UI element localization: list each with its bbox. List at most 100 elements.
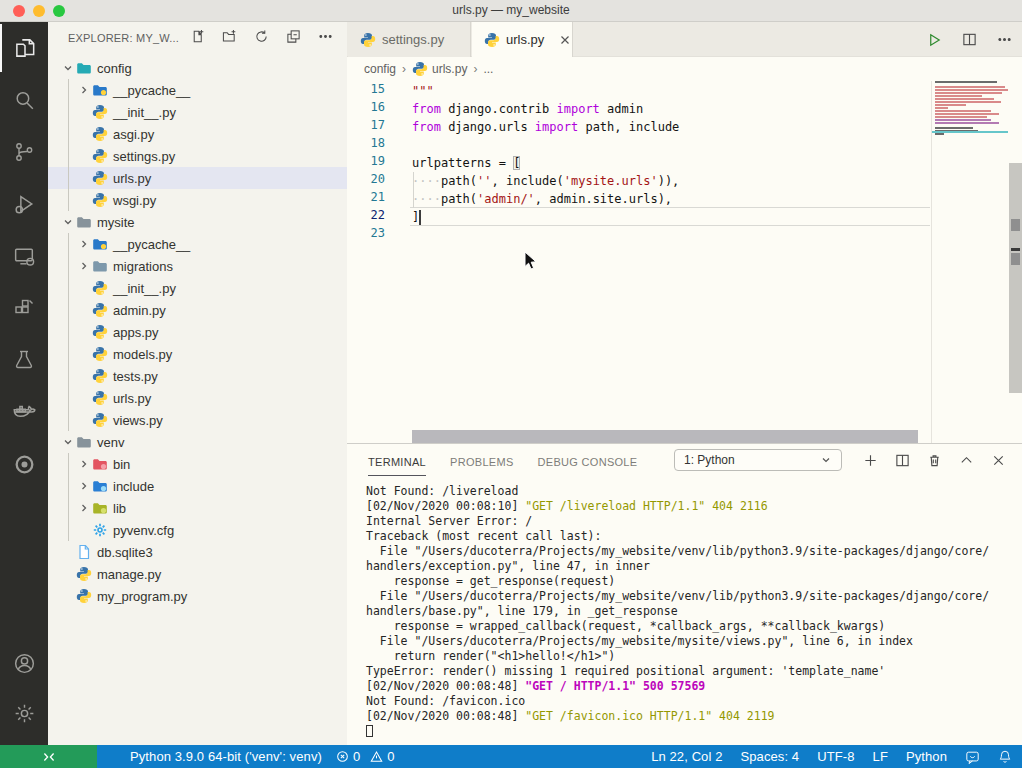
no-chevron [76, 126, 92, 142]
account-icon[interactable] [0, 639, 48, 687]
panel-tab-debug-console[interactable]: DEBUG CONSOLE [538, 447, 638, 475]
docker-icon[interactable] [0, 388, 48, 436]
python-icon [92, 412, 110, 428]
remote-indicator[interactable] [0, 745, 97, 768]
tree-item-admin-py[interactable]: admin.py [48, 299, 347, 321]
refresh-icon[interactable] [254, 29, 269, 44]
tree-item-label: lib [113, 501, 126, 516]
terminal-line: Internal Server Error: / [366, 514, 1016, 529]
terminal-selector[interactable]: 1: Python [674, 449, 842, 471]
tree-item-views-py[interactable]: views.py [48, 409, 347, 431]
tab-settings-py[interactable]: settings.py [348, 22, 471, 57]
folder-lib-icon [92, 500, 110, 516]
more-icon[interactable] [318, 29, 333, 44]
feedback-icon[interactable] [965, 750, 980, 764]
source-control-icon[interactable] [0, 128, 48, 176]
chevron-down-icon [819, 453, 833, 467]
terminal-line: TypeError: render() missing 1 required p… [366, 664, 1016, 679]
new-folder-icon[interactable] [222, 29, 237, 44]
status-spaces-4[interactable]: Spaces: 4 [740, 749, 799, 764]
breadcrumb-item[interactable]: ... [483, 62, 493, 76]
tree-item--init-py[interactable]: __init__.py [48, 101, 347, 123]
tree-item-venv[interactable]: venv [48, 431, 347, 453]
new-terminal-icon[interactable] [863, 453, 878, 468]
python-icon [92, 346, 110, 362]
python-interpreter-status[interactable]: Python 3.9.0 64-bit ('venv': venv) [130, 749, 322, 764]
tree-item-tests-py[interactable]: tests.py [48, 365, 347, 387]
collapse-all-icon[interactable] [286, 29, 301, 44]
remote-explorer-icon[interactable] [0, 232, 48, 280]
status-utf-8[interactable]: UTF-8 [817, 749, 854, 764]
editor-vertical-scrollbar[interactable] [1008, 81, 1022, 443]
python-icon [92, 324, 110, 340]
terminal-line: handlers/base.py", line 179, in _get_res… [366, 604, 1016, 619]
tab-urls-py[interactable]: urls.py [472, 22, 573, 57]
breadcrumb-item[interactable]: urls.py [412, 61, 467, 77]
editor-horizontal-scrollbar[interactable] [412, 430, 918, 443]
tree-item-wsgi-py[interactable]: wsgi.py [48, 189, 347, 211]
run-icon[interactable] [927, 32, 942, 48]
tree-item-label: my_program.py [97, 589, 187, 604]
problems-status[interactable]: 0 0 [336, 749, 395, 764]
breadcrumb-item[interactable]: config [364, 62, 396, 76]
extensions-icon[interactable] [0, 284, 48, 332]
close-window-button[interactable] [13, 5, 25, 17]
close-icon[interactable] [558, 33, 572, 47]
tree-item-label: urls.py [113, 171, 151, 186]
status-lf[interactable]: LF [873, 749, 888, 764]
tree-item-db-sqlite3[interactable]: db.sqlite3 [48, 541, 347, 563]
zoom-window-button[interactable] [53, 5, 65, 17]
python-package-icon[interactable] [0, 440, 48, 488]
python-icon [484, 32, 500, 48]
search-icon[interactable] [0, 76, 48, 124]
split-editor-icon[interactable] [962, 32, 977, 47]
status-python[interactable]: Python [906, 749, 947, 764]
python-icon [92, 170, 110, 186]
close-panel-icon[interactable] [991, 453, 1006, 468]
tab-label: settings.py [382, 32, 444, 47]
tree-item--init-py[interactable]: __init__.py [48, 277, 347, 299]
bell-icon[interactable] [998, 749, 1012, 764]
no-chevron [76, 522, 92, 538]
terminal-output[interactable]: Not Found: /livereload[02/Nov/2020 00:08… [366, 484, 1016, 739]
tree-item-my-program-py[interactable]: my_program.py [48, 585, 347, 607]
test-icon[interactable] [0, 336, 48, 384]
kill-terminal-icon[interactable] [927, 453, 942, 468]
settings-icon[interactable] [0, 689, 48, 737]
maximize-panel-icon[interactable] [959, 453, 974, 468]
minimize-window-button[interactable] [33, 5, 45, 17]
tree-item-lib[interactable]: lib [48, 497, 347, 519]
explorer-toolbar [190, 29, 333, 44]
more-icon[interactable] [997, 32, 1012, 47]
breadcrumb-separator: › [473, 62, 477, 76]
split-terminal-icon[interactable] [895, 453, 910, 468]
scrollbar-decoration [1011, 219, 1020, 231]
panel-tab-terminal[interactable]: TERMINAL [368, 447, 426, 476]
tree-item--pycache-[interactable]: __pycache__ [48, 79, 347, 101]
tree-item-models-py[interactable]: models.py [48, 343, 347, 365]
tree-item-include[interactable]: include [48, 475, 347, 497]
tree-item-mysite[interactable]: mysite [48, 211, 347, 233]
tree-item-migrations[interactable]: migrations [48, 255, 347, 277]
explorer-icon[interactable] [0, 24, 48, 72]
tree-item-config[interactable]: config [48, 57, 347, 79]
code-editor[interactable]: 15"""16from django.contrib import admin1… [347, 81, 1022, 443]
tree-item-apps-py[interactable]: apps.py [48, 321, 347, 343]
status-ln-22-col-2[interactable]: Ln 22, Col 2 [651, 749, 722, 764]
folder-include-icon [92, 478, 110, 494]
run-debug-icon[interactable] [0, 180, 48, 228]
no-chevron [76, 324, 92, 340]
tree-item-asgi-py[interactable]: asgi.py [48, 123, 347, 145]
minimap[interactable] [935, 81, 1008, 443]
tree-item--pycache-[interactable]: __pycache__ [48, 233, 347, 255]
tree-item-urls-py[interactable]: urls.py [48, 387, 347, 409]
new-file-icon[interactable] [190, 29, 205, 44]
tree-item-manage-py[interactable]: manage.py [48, 563, 347, 585]
tree-item-settings-py[interactable]: settings.py [48, 145, 347, 167]
tree-item-urls-py[interactable]: urls.py [48, 167, 347, 189]
tree-item-bin[interactable]: bin [48, 453, 347, 475]
panel-tab-problems[interactable]: PROBLEMS [450, 447, 514, 475]
scrollbar-slider[interactable] [1009, 163, 1022, 393]
tree-item-pyvenv-cfg[interactable]: pyvenv.cfg [48, 519, 347, 541]
tree-item-label: tests.py [113, 369, 158, 384]
